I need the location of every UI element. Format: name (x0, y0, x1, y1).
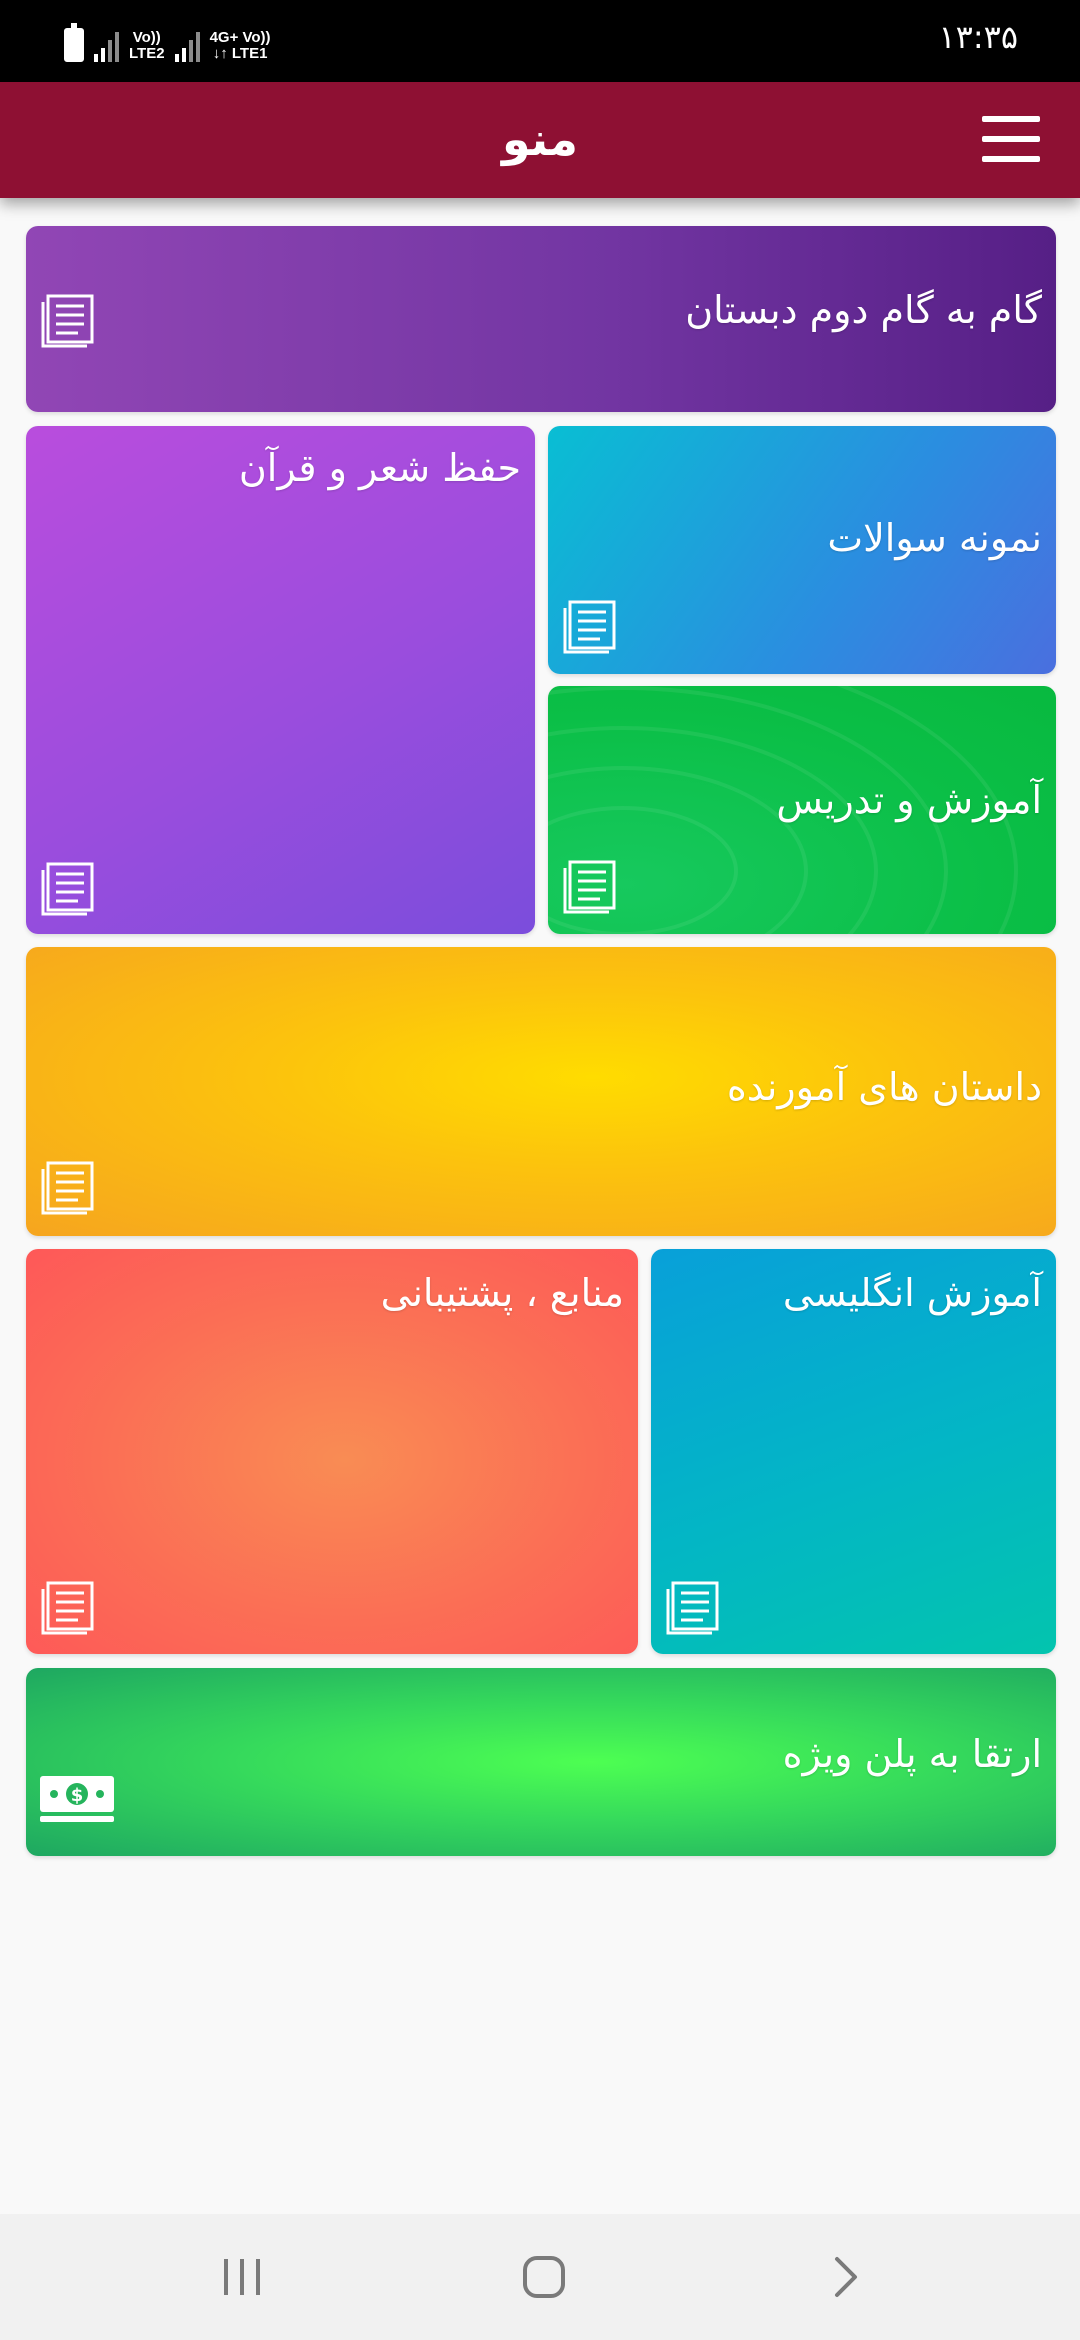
signal-sim2-icon (94, 30, 119, 62)
tile-resources-support[interactable]: منابع ، پشتیبانی (26, 1249, 638, 1654)
document-icon (40, 858, 98, 916)
app-bar: منو (0, 82, 1080, 198)
tile-teaching[interactable]: آموزش و تدریس (548, 686, 1056, 934)
hamburger-menu-icon[interactable] (982, 116, 1040, 162)
status-icons: Vo)) LTE2 4G+ Vo)) ↓↑ LTE1 (64, 22, 271, 62)
network-sim1: 4G+ Vo)) ↓↑ LTE1 (210, 30, 271, 62)
tile-english-learning[interactable]: آموزش انگلیسی (651, 1249, 1056, 1654)
document-icon (40, 1157, 98, 1215)
tile-label: ارتقا به پلن ویژه (782, 1732, 1042, 1776)
sim2-volte: Vo)) (132, 29, 161, 46)
sim2-lte: LTE2 (129, 45, 165, 62)
back-icon[interactable] (766, 2214, 926, 2340)
page-title: منو (501, 112, 579, 166)
document-icon (665, 1577, 723, 1635)
tile-label: نمونه سوالات (827, 516, 1042, 560)
svg-text:$: $ (71, 1785, 84, 1806)
tile-label: حفظ شعر و قرآن (238, 446, 521, 490)
tile-step-by-step[interactable]: گام به گام دوم دبستان (26, 226, 1056, 412)
tile-upgrade-premium[interactable]: ارتقا به پلن ویژه $ (26, 1668, 1056, 1856)
tile-label: گام به گام دوم دبستان (685, 288, 1042, 332)
document-icon (40, 290, 98, 348)
battery-icon (64, 23, 84, 62)
home-icon[interactable] (464, 2214, 624, 2340)
money-bill-icon: $ (40, 1776, 114, 1824)
signal-sim1-icon (174, 30, 200, 62)
navigation-bar (0, 2214, 1080, 2340)
tile-label: منابع ، پشتیبانی (380, 1271, 624, 1315)
tile-label: آموزش انگلیسی (782, 1271, 1042, 1315)
network-sim2: Vo)) LTE2 (129, 30, 165, 62)
sim1-lte: ↓↑ LTE1 (212, 45, 268, 62)
document-icon (40, 1577, 98, 1635)
tile-sample-questions[interactable]: نمونه سوالات (548, 426, 1056, 674)
status-time: ۱۳:۳۵ (938, 18, 1018, 56)
document-icon (562, 856, 620, 914)
sim1-volte: 4G+ Vo)) (209, 29, 271, 46)
tile-label: آموزش و تدریس (776, 778, 1042, 822)
document-icon (562, 596, 620, 654)
recent-apps-icon[interactable] (162, 2214, 322, 2340)
status-bar: Vo)) LTE2 4G+ Vo)) ↓↑ LTE1 ۱۳:۳۵ (0, 0, 1080, 82)
tile-educational-stories[interactable]: داستان های آمورنده (26, 947, 1056, 1236)
tile-memorize-poetry-quran[interactable]: حفظ شعر و قرآن (26, 426, 535, 934)
tile-label: داستان های آمورنده (726, 1065, 1042, 1109)
